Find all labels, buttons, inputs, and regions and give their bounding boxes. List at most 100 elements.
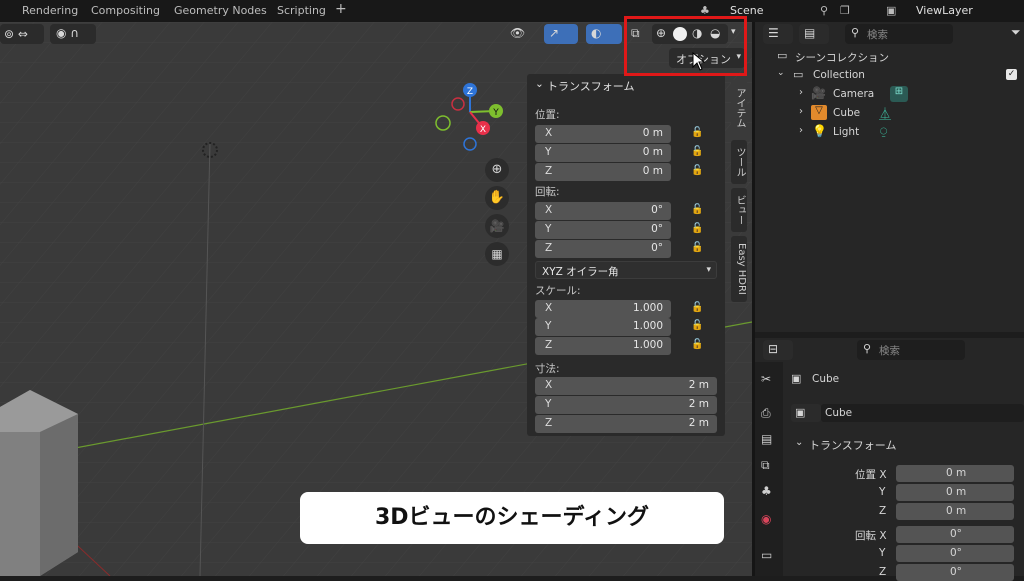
- dimensions-label: 寸法:: [535, 363, 560, 375]
- axis-label: X: [545, 204, 553, 216]
- display-mode-button[interactable]: ▤: [799, 24, 829, 44]
- tool-icon[interactable]: ✂: [761, 372, 771, 386]
- outliner-item-cube[interactable]: › ▽ Cube ⏅: [755, 104, 1024, 123]
- axis-label: Y: [545, 320, 552, 332]
- mesh-data-icon[interactable]: ⏅: [879, 105, 891, 122]
- tab-geometry-nodes[interactable]: Geometry Nodes: [174, 4, 267, 17]
- proportional-edit-button[interactable]: ◉ ∩: [50, 24, 96, 44]
- location-y-field[interactable]: Y 0 m: [535, 144, 671, 162]
- outliner-search-input[interactable]: ⚲ 検索: [845, 24, 953, 44]
- tab-item[interactable]: アイテム: [731, 80, 747, 136]
- shading-highlight-box: [624, 16, 747, 76]
- rotation-y-field[interactable]: Y 0°: [535, 221, 671, 239]
- zoom-icon[interactable]: ⊕: [485, 158, 509, 182]
- gizmo-toggle-button[interactable]: ↗: [544, 24, 578, 44]
- rotation-mode-dropdown[interactable]: XYZ オイラー角 ▾: [535, 261, 717, 279]
- lock-icon[interactable]: 🔓: [691, 165, 703, 176]
- rotation-x-field[interactable]: X 0°: [535, 202, 671, 220]
- panel-collapse-icon[interactable]: ⌄: [795, 437, 803, 448]
- chevron-right-icon[interactable]: ›: [799, 125, 803, 136]
- pan-hand-icon[interactable]: ✋: [485, 186, 509, 210]
- lock-icon[interactable]: 🔓: [691, 223, 703, 234]
- lock-icon[interactable]: 🔓: [691, 320, 703, 331]
- tab-tool[interactable]: ツール: [731, 140, 747, 184]
- scene-collection-label: シーンコレクション: [795, 52, 889, 64]
- rotation-z-field[interactable]: Z 0°: [535, 240, 671, 258]
- prop-location-y-field[interactable]: 0 m: [896, 484, 1014, 501]
- axis-label: Z: [545, 165, 553, 177]
- prop-location-x-field[interactable]: 0 m: [896, 465, 1014, 482]
- new-scene-icon[interactable]: ❐: [840, 4, 850, 17]
- camera-data-icon[interactable]: ⊞: [890, 86, 908, 102]
- tab-view[interactable]: ビュー: [731, 188, 747, 232]
- location-z-field[interactable]: Z 0 m: [535, 163, 671, 181]
- location-y-label: Y: [879, 486, 886, 498]
- overlay-toggle-button[interactable]: ◐: [586, 24, 622, 44]
- scale-z-field[interactable]: Z 1.000: [535, 337, 671, 355]
- scale-x-field[interactable]: X 1.000: [535, 300, 671, 318]
- viewlayer-icon[interactable]: ▣: [886, 4, 896, 17]
- rotation-label: 回転:: [535, 186, 560, 198]
- perspective-grid-icon[interactable]: ▦: [485, 242, 509, 266]
- field-value: 0 m: [946, 486, 967, 498]
- chevron-right-icon[interactable]: ›: [799, 87, 803, 98]
- navigation-gizmo[interactable]: Z Y X: [430, 78, 510, 158]
- properties-editor-type[interactable]: ⊟: [763, 340, 793, 360]
- object-name-field[interactable]: Cube: [821, 404, 1024, 422]
- outliner-item-light[interactable]: › 💡 Light ⍜: [755, 123, 1024, 142]
- viewlayer-name[interactable]: ViewLayer: [916, 4, 973, 17]
- render-icon[interactable]: ⎙: [761, 406, 771, 421]
- object-type-dropdown[interactable]: ▣: [791, 404, 821, 422]
- lock-icon[interactable]: 🔓: [691, 339, 703, 350]
- object-name-value: Cube: [825, 407, 853, 419]
- camera-view-icon[interactable]: 🎥: [485, 214, 509, 238]
- view-layer-icon[interactable]: ⧉: [761, 458, 770, 473]
- scene-icon[interactable]: ♣: [761, 484, 772, 498]
- tab-compositing[interactable]: Compositing: [91, 4, 160, 17]
- editor-type-button[interactable]: ⊚ ⇔: [0, 24, 44, 44]
- outliner-item-camera[interactable]: › 🎥 Camera ⊞: [755, 85, 1024, 104]
- collection-row[interactable]: ⌄ ▭ Collection ✓: [755, 66, 1024, 85]
- field-value: 0°: [651, 204, 663, 216]
- prop-rotation-y-field[interactable]: 0°: [896, 545, 1014, 562]
- outliner-editor-type[interactable]: ☰: [763, 24, 793, 44]
- object-label: Light: [833, 126, 860, 138]
- filter-icon[interactable]: ⏷: [1011, 25, 1021, 40]
- panel-collapse-icon[interactable]: ⌄: [535, 78, 544, 90]
- dimension-y-field[interactable]: Y 2 m: [535, 396, 717, 414]
- tab-easy-hdri[interactable]: Easy HDRI: [731, 236, 747, 302]
- properties-search-input[interactable]: ⚲ 検索: [857, 340, 965, 360]
- search-placeholder: 検索: [879, 345, 900, 357]
- output-icon[interactable]: ▤: [761, 432, 772, 446]
- field-value: 2 m: [688, 379, 709, 391]
- lock-icon[interactable]: 🔓: [691, 204, 703, 215]
- lock-icon[interactable]: 🔓: [691, 146, 703, 157]
- transform-title: トランスフォーム: [547, 80, 635, 93]
- transform-section-title: トランスフォーム: [809, 439, 897, 452]
- scene-collection-row[interactable]: ▭ シーンコレクション: [755, 47, 1024, 66]
- lock-icon[interactable]: 🔓: [691, 127, 703, 138]
- visibility-button[interactable]: 👁: [506, 24, 538, 44]
- expand-icon[interactable]: ⌄: [777, 68, 785, 78]
- collection-icon[interactable]: ▭: [761, 548, 772, 562]
- visibility-checkbox[interactable]: ✓: [1006, 69, 1017, 80]
- scale-y-field[interactable]: Y 1.000: [535, 318, 671, 336]
- prop-location-z-field[interactable]: 0 m: [896, 503, 1014, 520]
- prop-rotation-x-field[interactable]: 0°: [896, 526, 1014, 543]
- lock-icon[interactable]: 🔓: [691, 242, 703, 253]
- prop-rotation-z-field[interactable]: 0°: [896, 564, 1014, 581]
- pin-icon[interactable]: ⚲: [820, 4, 828, 17]
- dimension-x-field[interactable]: X 2 m: [535, 377, 717, 395]
- dimension-z-field[interactable]: Z 2 m: [535, 415, 717, 433]
- field-value: 2 m: [688, 398, 709, 410]
- location-z-label: Z: [879, 505, 887, 517]
- tab-rendering[interactable]: Rendering: [22, 4, 78, 17]
- location-x-field[interactable]: X 0 m: [535, 125, 671, 143]
- world-icon[interactable]: ◉: [761, 512, 771, 526]
- light-data-icon[interactable]: ⍜: [880, 124, 887, 139]
- lock-icon[interactable]: 🔓: [691, 302, 703, 313]
- tab-scripting[interactable]: Scripting: [277, 4, 326, 17]
- sidebar-transform-panel: ⌄ トランスフォーム 位置: X0 m 🔓 Y0 m 🔓 Z0 m 🔓 回転: …: [527, 74, 725, 436]
- add-workspace-button[interactable]: +: [335, 1, 347, 17]
- chevron-right-icon[interactable]: ›: [799, 106, 803, 117]
